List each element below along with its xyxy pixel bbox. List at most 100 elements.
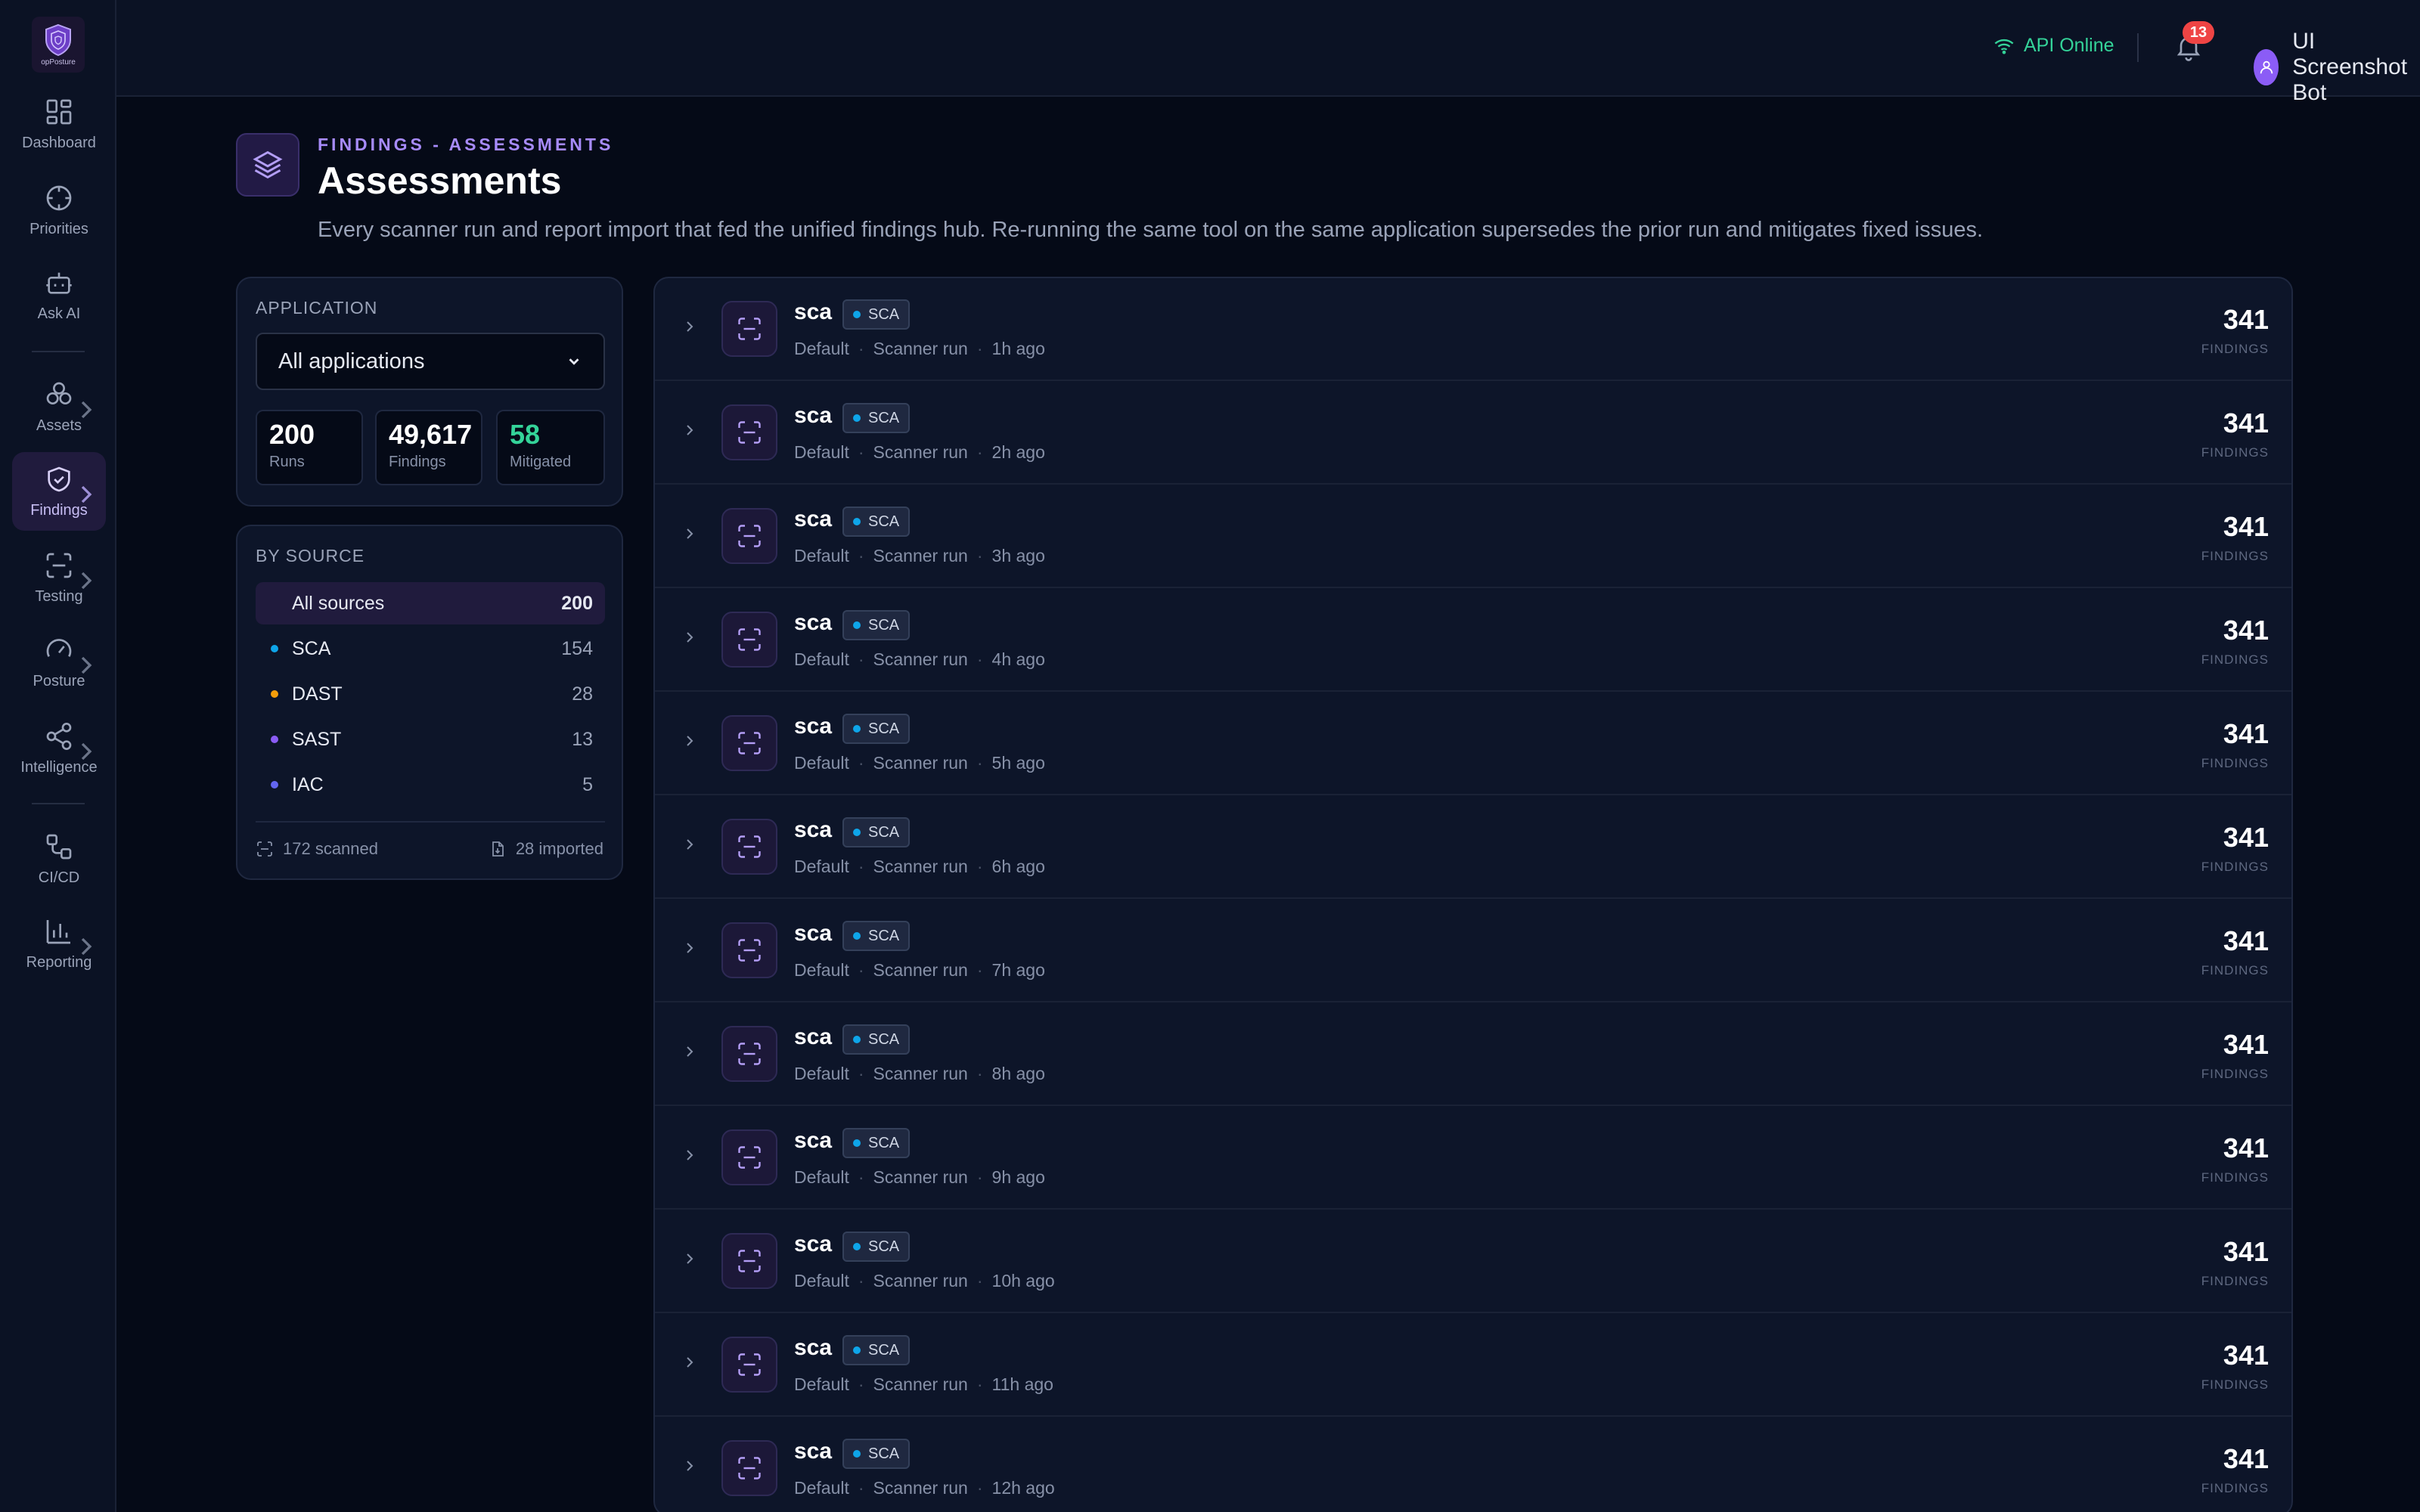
assessment-row[interactable]: sca SCA Default · Scanner run · 11h ago 341 …: [655, 1314, 2291, 1417]
findings-count-label: FINDINGS: [2201, 652, 2269, 667]
source-dast[interactable]: DAST 28: [256, 673, 605, 715]
findings-count: 341: [2223, 925, 2269, 956]
scanned-text: 172 scanned: [283, 839, 378, 858]
source-sca[interactable]: SCA 154: [256, 627, 605, 670]
shield-logo-icon: [45, 23, 71, 56]
gauge-icon: [46, 638, 72, 657]
application-select-value: All applications: [278, 349, 425, 373]
meta-separator: ·: [976, 1064, 983, 1083]
run-app: Default: [794, 1374, 849, 1394]
nav-testing[interactable]: Testing: [12, 538, 106, 617]
source-all[interactable]: All sources 200: [256, 582, 605, 624]
run-type: Scanner run: [873, 1064, 968, 1083]
assessment-row[interactable]: sca SCA Default · Scanner run · 7h ago 341 F…: [655, 900, 2291, 1002]
nav-assets[interactable]: Assets: [12, 367, 106, 446]
source-name: SCA: [292, 637, 331, 659]
chevron-right-icon[interactable]: [681, 1250, 699, 1268]
nav-cicd[interactable]: CI/CD: [12, 820, 106, 898]
chevron-right-icon[interactable]: [681, 1353, 699, 1371]
run-time: 8h ago: [991, 1064, 1045, 1083]
meta-separator: ·: [976, 1374, 983, 1394]
chevron-right-icon[interactable]: [681, 835, 699, 854]
api-status: API Online: [1993, 35, 2114, 57]
run-meta: Default · Scanner run · 3h ago: [794, 546, 1045, 566]
share-icon: [46, 722, 72, 750]
run-meta: Default · Scanner run · 10h ago: [794, 1271, 1055, 1291]
source-badge: SCA: [842, 1024, 911, 1055]
findings-count: 341: [2223, 718, 2269, 749]
meta-separator: ·: [858, 753, 864, 773]
nav-ask-ai[interactable]: Ask AI: [12, 256, 106, 334]
source-sast[interactable]: SAST 13: [256, 718, 605, 761]
meta-separator: ·: [858, 1478, 864, 1498]
assessment-row[interactable]: sca SCA Default · Scanner run · 10h ago 341 …: [655, 1210, 2291, 1313]
findings-count: 341: [2223, 615, 2269, 646]
meta-separator: ·: [858, 1271, 864, 1290]
badge-text: SCA: [868, 720, 900, 737]
run-name: sca: [794, 507, 833, 531]
nav-reporting[interactable]: Reporting: [12, 904, 106, 983]
scan-icon: [738, 628, 761, 651]
run-icon: [721, 715, 777, 771]
run-name: sca: [794, 817, 833, 842]
application-select[interactable]: All applications: [256, 333, 605, 390]
source-iac[interactable]: IAC 5: [256, 764, 605, 806]
chevron-right-icon[interactable]: [681, 732, 699, 750]
wifi-icon: [1994, 39, 2014, 54]
assessment-row[interactable]: sca SCA Default · Scanner run · 9h ago 341 F…: [655, 1107, 2291, 1210]
badge-dot: [853, 725, 861, 733]
findings-count-label: FINDINGS: [2201, 1481, 2269, 1495]
assessment-row[interactable]: sca SCA Default · Scanner run · 4h ago 341 F…: [655, 589, 2291, 692]
user-menu[interactable]: UI Screenshot Bot: [2254, 29, 2420, 106]
badge-dot: [853, 518, 861, 525]
chevron-right-icon[interactable]: [681, 1146, 699, 1164]
imported-text: 28 imported: [515, 839, 603, 858]
stat-findings: 49,617 Findings: [375, 410, 482, 485]
scan-icon: [257, 841, 272, 857]
findings-count: 341: [2223, 511, 2269, 542]
by-source-label: BY SOURCE: [256, 546, 365, 565]
layers-icon: [253, 150, 283, 179]
meta-separator: ·: [976, 339, 983, 358]
nav-divider: [32, 351, 85, 352]
nav-posture[interactable]: Posture: [12, 623, 106, 702]
findings-count: 341: [2223, 1340, 2269, 1371]
application-filter-panel: APPLICATION All applications 200 Runs 49…: [236, 277, 623, 507]
assessment-row[interactable]: sca SCA Default · Scanner run · 1h ago 341 F…: [655, 278, 2291, 381]
findings-count: 341: [2223, 822, 2269, 853]
run-icon: [721, 1129, 777, 1185]
assessment-row[interactable]: sca SCA Default · Scanner run · 8h ago 341 F…: [655, 1003, 2291, 1106]
chevron-right-icon[interactable]: [681, 1457, 699, 1475]
assessment-row[interactable]: sca SCA Default · Scanner run · 12h ago 341 …: [655, 1418, 2291, 1512]
scan-icon: [738, 525, 761, 547]
run-meta: Default · Scanner run · 5h ago: [794, 753, 1045, 773]
nav-intelligence[interactable]: Intelligence: [12, 709, 106, 788]
meta-separator: ·: [858, 857, 864, 876]
source-filter-panel: BY SOURCE All sources 200 SCA 154 DAST 2…: [236, 525, 623, 880]
chevron-right-icon[interactable]: [681, 1043, 699, 1061]
app-logo[interactable]: opPosture: [32, 17, 85, 73]
assessment-row[interactable]: sca SCA Default · Scanner run · 6h ago 341 F…: [655, 796, 2291, 899]
chevron-right-icon[interactable]: [681, 421, 699, 439]
chevron-down-icon: [569, 358, 579, 365]
assessment-row[interactable]: sca SCA Default · Scanner run · 2h ago 341 F…: [655, 382, 2291, 485]
nav-findings[interactable]: Findings: [12, 452, 106, 531]
chevron-right-icon[interactable]: [681, 939, 699, 957]
source-name: IAC: [292, 773, 324, 795]
badge-dot: [853, 1139, 861, 1147]
scan-icon: [738, 835, 761, 858]
run-type: Scanner run: [873, 339, 968, 358]
assessment-row[interactable]: sca SCA Default · Scanner run · 5h ago 341 F…: [655, 692, 2291, 795]
nav-dashboard[interactable]: Dashboard: [12, 85, 106, 163]
chevron-right-icon[interactable]: [681, 628, 699, 646]
nav-priorities[interactable]: Priorities: [12, 171, 106, 249]
run-icon: [721, 1337, 777, 1393]
assessment-row[interactable]: sca SCA Default · Scanner run · 3h ago 341 F…: [655, 485, 2291, 588]
scan-icon: [738, 421, 761, 444]
chevron-right-icon[interactable]: [681, 318, 699, 336]
run-time: 1h ago: [991, 339, 1045, 358]
meta-separator: ·: [858, 960, 864, 980]
chevron-right-icon[interactable]: [681, 525, 699, 543]
top-bar: API Online 13 UI Screenshot Bot: [116, 0, 2420, 105]
source-count: 154: [561, 637, 593, 659]
